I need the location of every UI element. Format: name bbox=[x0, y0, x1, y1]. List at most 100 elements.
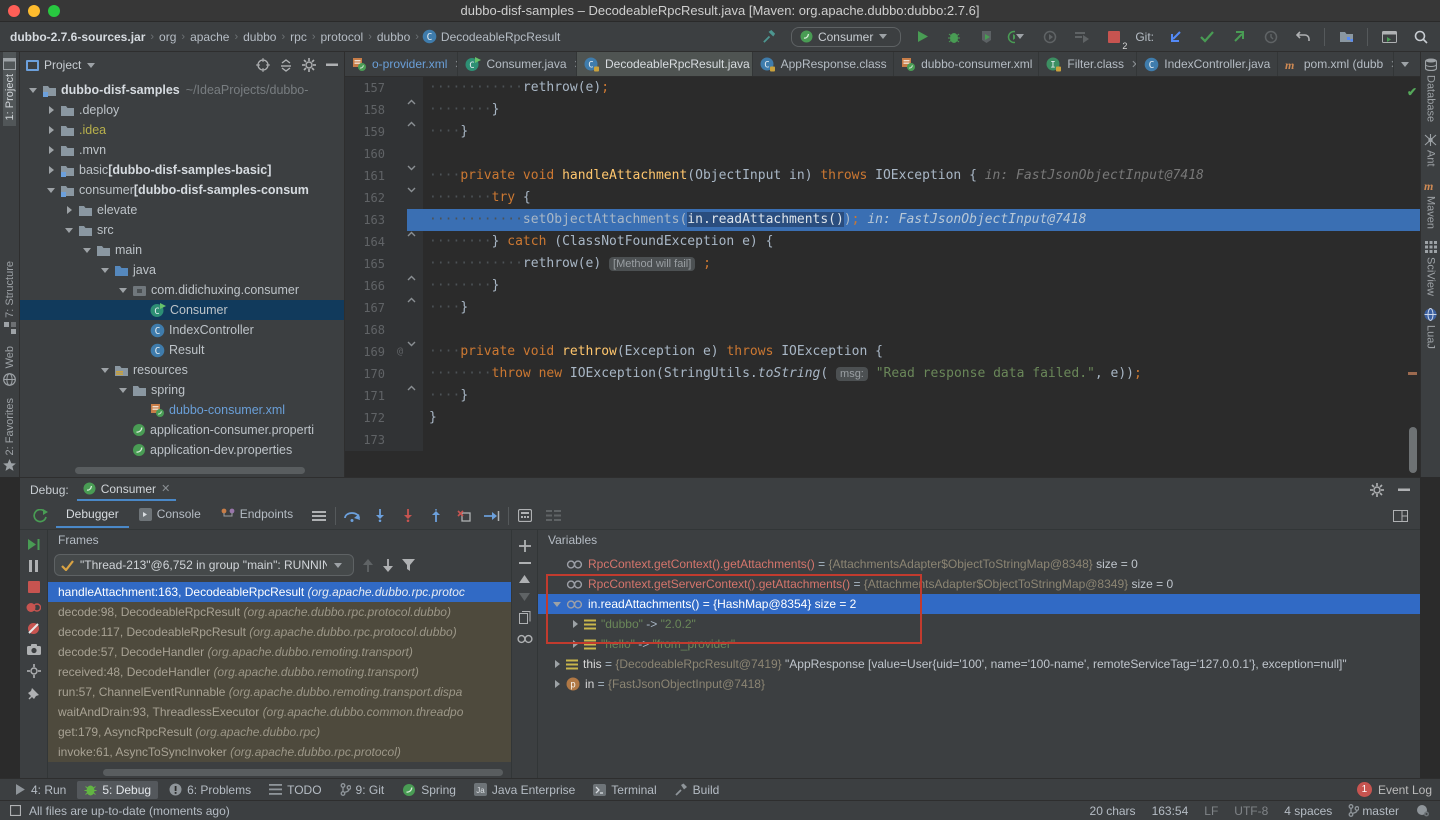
tool-stripe-project[interactable]: 1: Project bbox=[3, 52, 16, 126]
inspections-ok-icon[interactable]: ✔ bbox=[1407, 85, 1417, 99]
breadcrumb-item[interactable]: dubbo bbox=[241, 30, 278, 44]
step-over-button[interactable] bbox=[340, 505, 364, 527]
status-widget[interactable]: 163:54 bbox=[1152, 804, 1189, 818]
editor-tab[interactable]: CConsumer.java✕ bbox=[458, 52, 577, 76]
breadcrumb[interactable]: dubbo-2.7.6-sources.jar›org›apache›dubbo… bbox=[8, 29, 562, 44]
stack-frame[interactable]: get:179, AsyncRpcResult (org.apache.dubb… bbox=[48, 722, 511, 742]
variable-row[interactable]: this = {DecodeableRpcResult@7419} "AppRe… bbox=[538, 654, 1420, 674]
variable-row[interactable]: in.readAttachments() = {HashMap@8354} si… bbox=[538, 594, 1420, 614]
gear-badge-icon[interactable] bbox=[1415, 804, 1430, 817]
chevron-down-icon[interactable] bbox=[82, 245, 93, 256]
project-tree-item[interactable]: dubbo-consumer.xml bbox=[20, 400, 344, 420]
toolwindow-button-terminal[interactable]: Terminal bbox=[586, 781, 663, 799]
step-out-button[interactable] bbox=[424, 505, 448, 527]
event-log-button[interactable]: 1 Event Log bbox=[1357, 782, 1432, 797]
status-widget[interactable]: UTF-8 bbox=[1234, 804, 1268, 818]
editor-tab[interactable]: dubbo-consumer.xml✕ bbox=[894, 52, 1039, 76]
editor-code-line[interactable]: 171····} bbox=[345, 385, 1420, 407]
stack-frame[interactable]: run:57, ChannelEventRunnable (org.apache… bbox=[48, 682, 511, 702]
project-tree-item[interactable]: CConsumer bbox=[20, 300, 344, 320]
move-watch-down-button[interactable] bbox=[519, 593, 530, 601]
project-tree-item[interactable]: src bbox=[20, 220, 344, 240]
project-tree-item[interactable]: application-dev.properties bbox=[20, 440, 344, 460]
toolwindow-button-todo[interactable]: TODO bbox=[262, 781, 328, 799]
toolwindow-button-problems[interactable]: 6: Problems bbox=[162, 781, 258, 799]
evaluate-expression-button[interactable] bbox=[513, 505, 537, 527]
editor-tab[interactable]: CIndexController.java✕ bbox=[1137, 52, 1278, 76]
editor-code-line[interactable]: 169@····private void rethrow(Exception e… bbox=[345, 341, 1420, 363]
stack-frame[interactable]: invoke:61, AsyncToSyncInvoker (org.apach… bbox=[48, 742, 511, 762]
step-into-button[interactable] bbox=[368, 505, 392, 527]
filter-frames-icon[interactable] bbox=[402, 559, 415, 571]
editor-code-line[interactable]: 168 bbox=[345, 319, 1420, 341]
chevron-right-icon[interactable] bbox=[46, 165, 57, 176]
chevron-right-icon[interactable] bbox=[552, 679, 563, 690]
search-everywhere-icon[interactable] bbox=[1410, 26, 1432, 48]
minimize-window-button[interactable] bbox=[28, 5, 40, 17]
project-tree-item[interactable]: elevate bbox=[20, 200, 344, 220]
stack-frame[interactable]: decode:117, DecodeableRpcResult (org.apa… bbox=[48, 622, 511, 642]
tool-stripe-favorites[interactable]: 2: Favorites bbox=[3, 392, 16, 477]
editor-tab[interactable]: CDecodeableRpcResult.java✕ bbox=[577, 52, 753, 76]
show-watches-button[interactable] bbox=[517, 634, 533, 644]
collapse-all-icon[interactable] bbox=[280, 59, 292, 72]
fold-toggle-icon[interactable] bbox=[407, 341, 423, 363]
fold-toggle-icon[interactable] bbox=[407, 165, 423, 187]
chevron-down-icon[interactable] bbox=[118, 285, 129, 296]
editor-code-line[interactable]: 157············rethrow(e); bbox=[345, 77, 1420, 99]
hide-tool-window-icon[interactable] bbox=[326, 63, 338, 67]
editor-code-line[interactable]: 164········} catch (ClassNotFoundExcepti… bbox=[345, 231, 1420, 253]
mute-breakpoints-button[interactable] bbox=[27, 622, 40, 635]
tool-stripe-luaj[interactable]: LuaJ bbox=[1424, 302, 1437, 355]
status-widget[interactable]: 20 chars bbox=[1090, 804, 1136, 818]
profiler-button[interactable] bbox=[1007, 26, 1029, 48]
chevron-down-icon[interactable] bbox=[100, 265, 111, 276]
chevron-down-icon[interactable] bbox=[28, 85, 39, 96]
rollback-button[interactable] bbox=[1292, 26, 1314, 48]
run-configuration-select[interactable]: Consumer bbox=[791, 27, 901, 47]
tool-stripe-database[interactable]: Database bbox=[1425, 52, 1437, 128]
force-step-into-button[interactable] bbox=[396, 505, 420, 527]
toolwindow-button-javaenterprise[interactable]: JaJava Enterprise bbox=[467, 781, 582, 799]
editor-code-line[interactable]: 162········try { bbox=[345, 187, 1420, 209]
stripe-mark[interactable] bbox=[1408, 372, 1417, 375]
editor-code-line[interactable]: 161····private void handleAttachment(Obj… bbox=[345, 165, 1420, 187]
chevron-right-icon[interactable] bbox=[64, 205, 75, 216]
tool-stripe-sciview[interactable]: SciView bbox=[1425, 235, 1437, 302]
stop-button[interactable] bbox=[28, 581, 40, 593]
tool-stripe-maven[interactable]: mMaven bbox=[1424, 173, 1438, 235]
editor-tab[interactable]: mpom.xml (dubb✕ bbox=[1278, 52, 1394, 76]
editor-code-line[interactable]: 172} bbox=[345, 407, 1420, 429]
status-widget[interactable]: 4 spaces bbox=[1284, 804, 1332, 818]
editor-code-line[interactable]: 173 bbox=[345, 429, 1420, 451]
chevron-down-icon[interactable] bbox=[46, 185, 57, 196]
editor-tab[interactable]: CAppResponse.class✕ bbox=[753, 52, 894, 76]
add-watch-button[interactable] bbox=[519, 540, 531, 552]
stack-frame[interactable]: handleAttachment:163, DecodeableRpcResul… bbox=[48, 582, 511, 602]
breadcrumb-item[interactable]: dubbo-2.7.6-sources.jar bbox=[8, 30, 147, 44]
variable-row[interactable]: pin = {FastJsonObjectInput@7418} bbox=[538, 674, 1420, 694]
project-view-select[interactable]: Project bbox=[26, 58, 100, 72]
close-window-button[interactable] bbox=[8, 5, 20, 17]
editor-code-line[interactable]: 170········throw new IOException(StringU… bbox=[345, 363, 1420, 385]
fold-toggle-icon[interactable] bbox=[407, 121, 423, 143]
project-tree-item[interactable]: java bbox=[20, 260, 344, 280]
locate-file-icon[interactable] bbox=[256, 58, 270, 72]
stack-frame[interactable]: decode:98, DecodeableRpcResult (org.apac… bbox=[48, 602, 511, 622]
toolwindow-button-debug[interactable]: 5: Debug bbox=[77, 781, 158, 799]
editor-code-line[interactable]: 166········} bbox=[345, 275, 1420, 297]
hidden-tabs-button[interactable] bbox=[1394, 52, 1420, 76]
chevron-right-icon[interactable] bbox=[570, 619, 581, 630]
fold-toggle-icon[interactable] bbox=[407, 297, 423, 319]
tool-stripe-web[interactable]: Web bbox=[3, 340, 16, 391]
toolwindow-button-run[interactable]: 4: Run bbox=[8, 781, 73, 799]
project-tree-item[interactable]: consumer [dubbo-disf-samples-consum bbox=[20, 180, 344, 200]
breadcrumb-item[interactable]: apache bbox=[188, 30, 231, 44]
thread-selector[interactable]: "Thread-213"@6,752 in group "main": RUNN… bbox=[54, 554, 354, 576]
next-frame-icon[interactable] bbox=[382, 559, 394, 572]
project-tree-item[interactable]: .idea bbox=[20, 120, 344, 140]
chevron-right-icon[interactable] bbox=[570, 639, 581, 650]
move-watch-up-button[interactable] bbox=[519, 575, 530, 583]
project-tree-item[interactable]: resources bbox=[20, 360, 344, 380]
chevron-down-icon[interactable] bbox=[64, 225, 75, 236]
